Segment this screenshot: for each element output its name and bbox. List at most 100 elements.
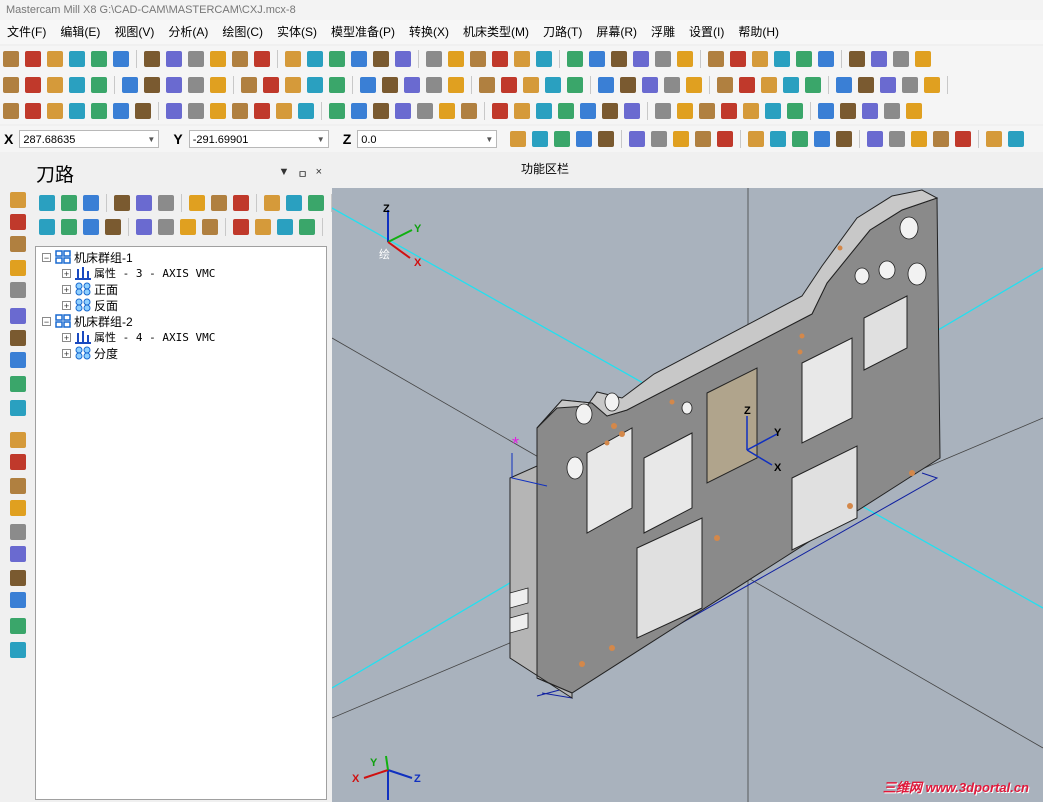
toolbar-button-icon[interactable] [730,51,746,67]
toolbar-button-icon[interactable] [241,77,257,93]
chevron-down-icon[interactable]: ▼ [147,131,155,149]
toolbar-button-icon[interactable] [871,51,887,67]
menu-edit[interactable]: 编辑(E) [53,20,107,44]
left-toolbar-button-icon[interactable] [10,592,26,608]
menu-solids[interactable]: 实体(S) [270,20,324,44]
toolbar-button-icon[interactable] [166,77,182,93]
toolbar-button-icon[interactable] [25,103,41,119]
toolbar-button-icon[interactable] [136,195,152,211]
toolbar-button-icon[interactable] [232,103,248,119]
left-toolbar-button-icon[interactable] [10,500,26,516]
toolbar-button-icon[interactable] [277,219,293,235]
toolbar-button-icon[interactable] [787,103,803,119]
toolbar-button-icon[interactable] [761,77,777,93]
left-toolbar-button-icon[interactable] [10,570,26,586]
toolbar-button-icon[interactable] [589,51,605,67]
left-toolbar-button-icon[interactable] [10,618,26,634]
toolbar-button-icon[interactable] [395,51,411,67]
toolbar-button-icon[interactable] [743,103,759,119]
graphics-viewport[interactable]: Z X Y * Z Y X 绘 X Y Z 三维网 www.3dportal.c… [332,188,1043,802]
toolbar-button-icon[interactable] [752,51,768,67]
toolbar-button-icon[interactable] [113,103,129,119]
toolbar-button-icon[interactable] [717,131,734,147]
toolbar-button-icon[interactable] [664,77,680,93]
menu-analyze[interactable]: 分析(A) [161,20,215,44]
toolbar-button-icon[interactable] [395,103,411,119]
toolbar-button-icon[interactable] [536,51,552,67]
toolbar-button-icon[interactable] [382,77,398,93]
toolbar-button-icon[interactable] [986,131,1003,147]
menu-model-prep[interactable]: 模型准备(P) [324,20,402,44]
toolbar-button-icon[interactable] [298,103,314,119]
toolbar-button-icon[interactable] [598,77,614,93]
toolbar-button-icon[interactable] [536,103,552,119]
toolbar-button-icon[interactable] [69,51,85,67]
toolpath-tree[interactable]: − 机床群组-1 + 属性 - 3 - AXIS VMC + 正面 + 反面 −… [35,246,327,800]
toolbar-button-icon[interactable] [264,195,280,211]
toolbar-button-icon[interactable] [232,51,248,67]
toolbar-button-icon[interactable] [840,103,856,119]
tree-item-properties-2[interactable]: + 属性 - 4 - AXIS VMC [62,329,215,345]
toolbar-button-icon[interactable] [554,131,571,147]
toolbar-button-icon[interactable] [796,51,812,67]
toolbar-button-icon[interactable] [651,131,668,147]
toolbar-button-icon[interactable] [461,103,477,119]
tree-item-machine-group-1[interactable]: − 机床群组-1 [42,249,133,265]
toolbar-button-icon[interactable] [307,77,323,93]
toolbar-button-icon[interactable] [849,51,865,67]
toolbar-button-icon[interactable] [774,51,790,67]
collapse-icon[interactable]: − [42,316,51,326]
toolbar-button-icon[interactable] [113,51,129,67]
toolbar-button-icon[interactable] [567,77,583,93]
toolbar-button-icon[interactable] [862,103,878,119]
toolbar-button-icon[interactable] [83,219,99,235]
toolbar-button-icon[interactable] [351,103,367,119]
toolbar-button-icon[interactable] [836,131,853,147]
toolbar-button-icon[interactable] [915,51,931,67]
toolbar-button-icon[interactable] [699,103,715,119]
toolbar-button-icon[interactable] [285,77,301,93]
toolbar-button-icon[interactable] [351,51,367,67]
toolbar-button-icon[interactable] [91,103,107,119]
toolbar-button-icon[interactable] [417,103,433,119]
toolbar-button-icon[interactable] [677,103,693,119]
toolbar-button-icon[interactable] [765,103,781,119]
toolbar-button-icon[interactable] [567,51,583,67]
toolbar-button-icon[interactable] [805,77,821,93]
toolbar-button-icon[interactable] [602,103,618,119]
toolbar-button-icon[interactable] [514,103,530,119]
toolbar-button-icon[interactable] [3,77,19,93]
toolbar-button-icon[interactable] [867,131,884,147]
left-toolbar-button-icon[interactable] [10,308,26,324]
tree-item-front[interactable]: + 正面 [62,281,118,297]
toolbar-button-icon[interactable] [25,77,41,93]
tree-item-machine-group-2[interactable]: − 机床群组-2 [42,313,133,329]
toolbar-button-icon[interactable] [25,51,41,67]
left-toolbar-button-icon[interactable] [10,282,26,298]
toolbar-button-icon[interactable] [818,103,834,119]
pin-icon[interactable]: ㅁ [297,166,307,182]
toolbar-button-icon[interactable] [642,77,658,93]
toolbar-button-icon[interactable] [717,77,733,93]
toolbar-button-icon[interactable] [708,51,724,67]
toolbar-button-icon[interactable] [783,77,799,93]
chevron-down-icon[interactable]: ▼ [279,166,290,182]
toolbar-button-icon[interactable] [276,103,292,119]
toolbar-button-icon[interactable] [492,51,508,67]
toolbar-button-icon[interactable] [254,103,270,119]
toolbar-button-icon[interactable] [510,131,527,147]
toolbar-button-icon[interactable] [180,219,196,235]
toolbar-button-icon[interactable] [263,77,279,93]
toolbar-button-icon[interactable] [285,51,301,67]
toolbar-button-icon[interactable] [1008,131,1025,147]
toolbar-button-icon[interactable] [558,103,574,119]
toolbar-button-icon[interactable] [580,103,596,119]
toolbar-button-icon[interactable] [620,77,636,93]
toolbar-button-icon[interactable] [373,51,389,67]
x-coord-field[interactable]: 287.68635 ▼ [19,130,160,149]
left-toolbar-button-icon[interactable] [10,192,26,208]
toolbar-button-icon[interactable] [792,131,809,147]
toolbar-button-icon[interactable] [39,219,55,235]
toolbar-button-icon[interactable] [39,195,55,211]
toolbar-button-icon[interactable] [286,195,302,211]
